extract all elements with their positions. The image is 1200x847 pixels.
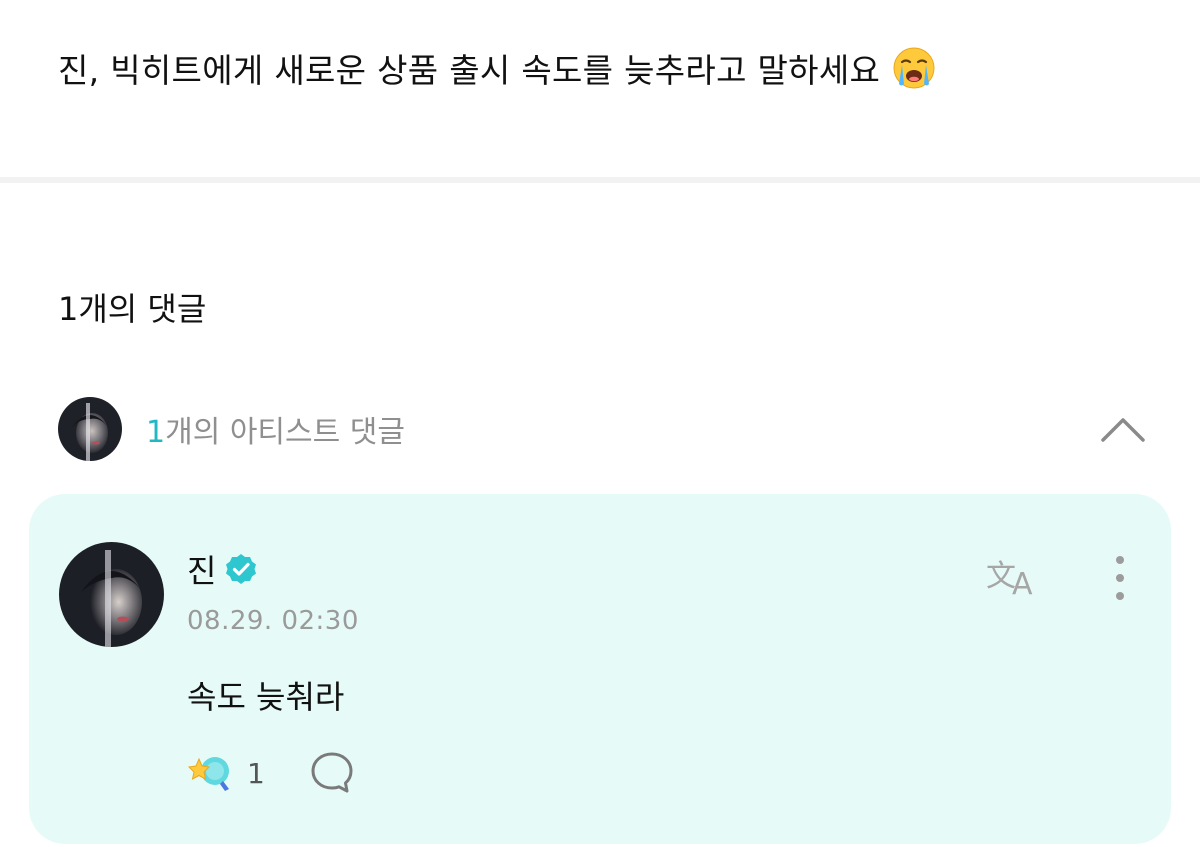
svg-text:A: A — [1012, 567, 1033, 598]
cheer-count: 1 — [247, 756, 265, 790]
speech-bubble-icon — [311, 752, 353, 793]
comment-text: 속도 늦춰라 — [187, 678, 345, 716]
artist-comments-count: 1 — [146, 415, 166, 450]
translate-button[interactable]: 文 A — [984, 554, 1048, 602]
more-options-button[interactable] — [1103, 552, 1137, 604]
more-vertical-icon-dot — [1116, 592, 1124, 600]
artist-comments-label: 1개의 아티스트 댓글 — [146, 407, 405, 451]
comment-timestamp: 08.29. 02:30 — [187, 606, 359, 636]
reply-button[interactable] — [309, 750, 355, 796]
comments-count-heading: 1개의 댓글 — [58, 290, 207, 328]
post-text-content: 진, 빅히트에게 새로운 상품 출시 속도를 늦추라고 말하세요 — [58, 51, 881, 90]
artist-comments-label-text: 개의 아티스트 댓글 — [165, 415, 405, 450]
translate-icon: 文 A — [986, 559, 1033, 602]
more-vertical-icon-dot — [1116, 574, 1124, 582]
section-divider — [0, 177, 1200, 183]
reaction-row: 1 — [187, 750, 355, 796]
cheer-reaction-icon — [187, 757, 229, 791]
artist-avatar — [58, 397, 122, 461]
collapse-button[interactable] — [1098, 404, 1148, 454]
loudly-crying-face-icon — [892, 46, 936, 90]
author-name[interactable]: 진 — [187, 546, 216, 592]
chevron-up-icon — [1101, 418, 1145, 442]
author-avatar[interactable] — [59, 542, 164, 647]
more-vertical-icon — [1116, 556, 1124, 564]
artist-comment-card: 진 08.29. 02:30 속도 늦춰라 文 A 1 — [29, 494, 1171, 844]
page: 진, 빅히트에게 새로운 상품 출시 속도를 늦추라고 말하세요 1개의 댓글 — [0, 0, 1200, 847]
artist-comments-summary[interactable]: 1개의 아티스트 댓글 — [58, 396, 1148, 462]
verified-badge-icon — [224, 552, 258, 586]
author-row: 진 — [187, 546, 258, 592]
cheer-button[interactable]: 1 — [187, 751, 265, 795]
post-text: 진, 빅히트에게 새로운 상품 출시 속도를 늦추라고 말하세요 — [58, 44, 936, 92]
